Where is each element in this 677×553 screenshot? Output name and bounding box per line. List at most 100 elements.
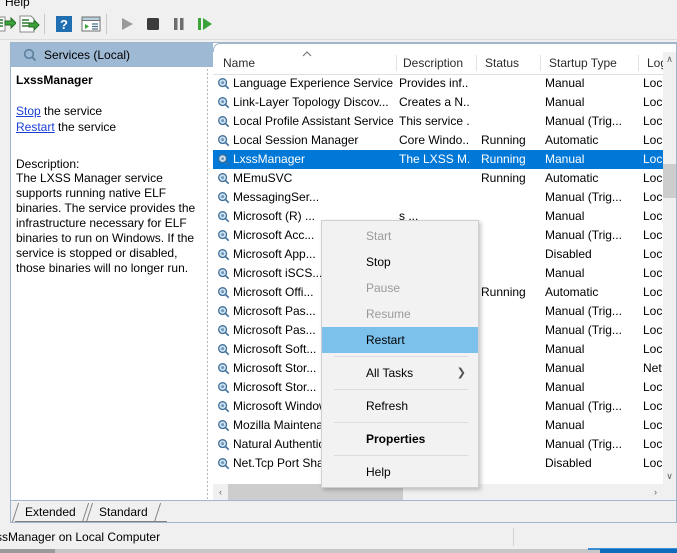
- service-gear-icon: [217, 134, 230, 147]
- context-menu-item-properties[interactable]: Properties: [322, 426, 478, 452]
- scroll-up-arrow[interactable]: ∧: [663, 52, 676, 67]
- service-gear-icon: [217, 267, 230, 280]
- cell-log-on-as: Loc: [643, 152, 663, 166]
- cell-startup-type: Manual (Trig...: [545, 228, 622, 242]
- services-mmc-window: Help ? Services (Local) LxssManager Stop…: [0, 0, 677, 553]
- cell-description: Core Windo...: [399, 133, 469, 147]
- scroll-left-arrow[interactable]: ‹: [213, 484, 228, 500]
- pause-service-icon[interactable]: [168, 14, 190, 34]
- restart-service-suffix: the service: [54, 120, 117, 134]
- vertical-scrollbar[interactable]: ∧ ∨: [663, 52, 676, 484]
- context-menu-item-label: All Tasks: [366, 366, 414, 380]
- stop-service-link[interactable]: Stop: [16, 104, 41, 118]
- svg-text:?: ?: [60, 17, 68, 32]
- help-icon[interactable]: ?: [54, 14, 76, 34]
- tab-extended-label: Extended: [25, 505, 76, 519]
- cell-startup-type: Automatic: [545, 171, 599, 185]
- context-menu-item-label: Resume: [366, 307, 411, 321]
- cell-status: Running: [481, 152, 526, 166]
- tab-edge-right-2: [153, 503, 161, 522]
- cell-log-on-as: Loc: [643, 418, 663, 432]
- column-header-description[interactable]: Description: [403, 56, 463, 70]
- context-menu-item-start: Start: [322, 223, 478, 249]
- export-list-icon[interactable]: [0, 14, 17, 34]
- tab-extended[interactable]: Extended: [11, 503, 89, 522]
- vertical-scroll-thumb[interactable]: [663, 164, 676, 198]
- toolbar-separator: [44, 14, 45, 34]
- service-context-menu: Start Stop Pause Resume Restart All Tasks ❯ Ref…: [321, 220, 479, 488]
- restart-service-link[interactable]: Restart: [16, 120, 55, 134]
- context-menu-item-label: Restart: [366, 333, 405, 347]
- properties-icon[interactable]: [80, 14, 102, 34]
- menu-item-help[interactable]: Help: [5, 0, 30, 9]
- cell-startup-type: Manual (Trig...: [545, 437, 622, 451]
- column-header-name[interactable]: Name: [223, 56, 255, 70]
- cell-startup-type: Manual: [545, 361, 585, 375]
- stop-service-icon[interactable]: [142, 14, 164, 34]
- menu-bar: Help: [0, 0, 677, 9]
- view-tabs-bar: Extended Standard: [10, 501, 677, 523]
- cell-startup-type: Disabled: [545, 456, 592, 470]
- context-menu-item-stop[interactable]: Stop: [322, 249, 478, 275]
- cell-log-on-as: Loc: [643, 95, 663, 109]
- cell-startup-type: Manual: [545, 380, 585, 394]
- cell-name: Local Session Manager: [233, 133, 359, 147]
- service-gear-icon: [217, 248, 230, 261]
- context-menu-item-label: Properties: [366, 432, 426, 446]
- sort-ascending-icon: [301, 50, 313, 58]
- tab-standard[interactable]: Standard: [85, 503, 161, 522]
- service-gear-icon: [217, 229, 230, 242]
- cell-description: The LXSS M...: [399, 152, 469, 166]
- service-gear-icon: [217, 457, 230, 470]
- table-row[interactable]: Local Session Manager Core Windo... Runnin…: [213, 131, 663, 150]
- column-header-status[interactable]: Status: [485, 56, 519, 70]
- cell-log-on-as: Loc: [643, 266, 663, 280]
- table-row[interactable]: MEmuSVC Running Automatic Loc: [213, 169, 663, 188]
- context-menu-item-restart[interactable]: Restart: [322, 327, 478, 353]
- column-header-startup-type[interactable]: Startup Type: [549, 56, 617, 70]
- context-menu-item-all-tasks[interactable]: All Tasks ❯: [322, 360, 478, 386]
- scroll-down-arrow[interactable]: ∨: [663, 469, 676, 484]
- service-gear-icon: [217, 172, 230, 185]
- cell-log-on-as: Net: [643, 361, 662, 375]
- service-gear-icon: [217, 400, 230, 413]
- tabs-bottom-border: [11, 522, 677, 523]
- context-menu-item-label: Help: [366, 465, 391, 479]
- context-menu-item-label: Stop: [366, 255, 391, 269]
- cell-name: MEmuSVC: [233, 171, 293, 185]
- context-menu-item-pause: Pause: [322, 275, 478, 301]
- cell-startup-type: Manual: [545, 342, 585, 356]
- cell-startup-type: Disabled: [545, 247, 592, 261]
- cell-log-on-as: Loc: [643, 399, 663, 413]
- service-gear-icon: [217, 419, 230, 432]
- list-column-headers: Name Description Status Startup Type Log: [213, 50, 676, 75]
- cell-name: Language Experience Service: [233, 76, 393, 90]
- pane-splitter[interactable]: [207, 69, 208, 499]
- cell-name: Link-Layer Topology Discov...: [233, 95, 389, 109]
- restart-service-icon[interactable]: [194, 14, 216, 34]
- header-divider-2: [476, 55, 477, 71]
- scroll-right-arrow[interactable]: ›: [648, 484, 663, 500]
- service-gear-icon: [217, 305, 230, 318]
- table-row[interactable]: Language Experience Service Provides inf.…: [213, 74, 663, 93]
- table-row[interactable]: MessagingSer... Manual (Trig... Loc: [213, 188, 663, 207]
- table-row[interactable]: Local Profile Assistant Service This serv…: [213, 112, 663, 131]
- header-divider-4: [638, 55, 639, 71]
- cell-log-on-as: Loc: [643, 437, 663, 451]
- start-service-icon[interactable]: [116, 14, 138, 34]
- table-row[interactable]: LxssManager The LXSS M... Running Manual Loc: [213, 150, 663, 169]
- export-file-icon[interactable]: [18, 14, 40, 34]
- cell-startup-type: Automatic: [545, 285, 599, 299]
- cell-startup-type: Manual: [545, 266, 585, 280]
- context-menu-item-refresh[interactable]: Refresh: [322, 393, 478, 419]
- table-row[interactable]: Link-Layer Topology Discov... Creates a N…: [213, 93, 663, 112]
- context-menu-item-help[interactable]: Help: [322, 459, 478, 485]
- toolbar: ?: [0, 9, 677, 40]
- cell-startup-type: Manual: [545, 209, 585, 223]
- cell-log-on-as: Loc: [643, 456, 663, 470]
- service-gear-icon: [217, 96, 230, 109]
- context-menu-separator: [334, 455, 468, 456]
- tree-root-services-local[interactable]: Services (Local): [11, 43, 213, 67]
- context-menu-item-label: Start: [366, 229, 392, 243]
- selected-service-title: LxssManager: [16, 73, 93, 87]
